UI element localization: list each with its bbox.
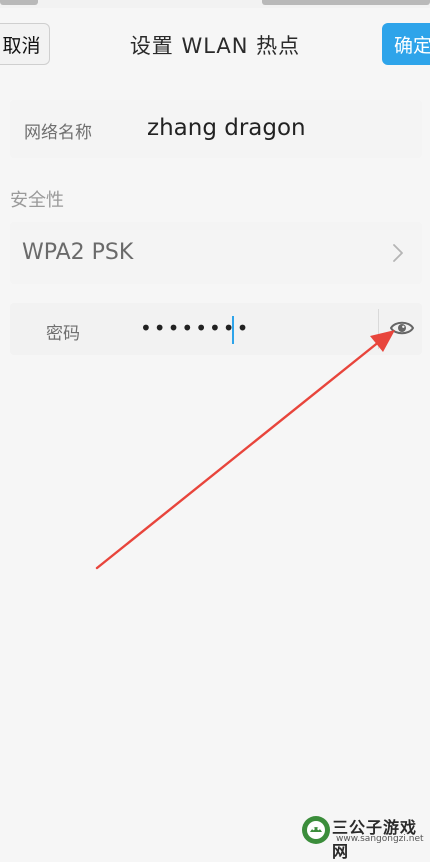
page-title: 设置 WLAN 热点 (129, 34, 301, 58)
network-name-label: 网络名称 (24, 123, 92, 143)
field-divider (378, 309, 379, 349)
text-caret (232, 316, 234, 344)
password-label: 密码 (46, 324, 80, 344)
security-type-value: WPA2 PSK (22, 240, 134, 265)
status-icons-right (262, 0, 430, 5)
password-row[interactable]: 密码 •••••••• (10, 303, 422, 355)
cancel-button[interactable]: 取消 (0, 23, 50, 65)
confirm-button[interactable]: 确定 (382, 23, 430, 65)
chevron-right-icon (393, 244, 403, 262)
network-name-row[interactable]: 网络名称 zhang dragon (10, 100, 422, 158)
security-type-row[interactable]: WPA2 PSK (10, 222, 422, 284)
watermark-url: www.sangongzi.net (336, 834, 424, 844)
eye-icon[interactable] (390, 319, 414, 337)
password-input[interactable]: •••••••• (140, 316, 250, 340)
watermark: 三公子游戏网 www.sangongzi.net (300, 812, 430, 861)
status-icons-left (0, 0, 38, 5)
security-section-label: 安全性 (10, 190, 64, 211)
header-bar: 取消 设置 WLAN 热点 确定 (0, 8, 430, 80)
status-bar (0, 0, 430, 8)
network-name-input[interactable]: zhang dragon (147, 115, 306, 141)
site-logo-icon (302, 816, 330, 844)
